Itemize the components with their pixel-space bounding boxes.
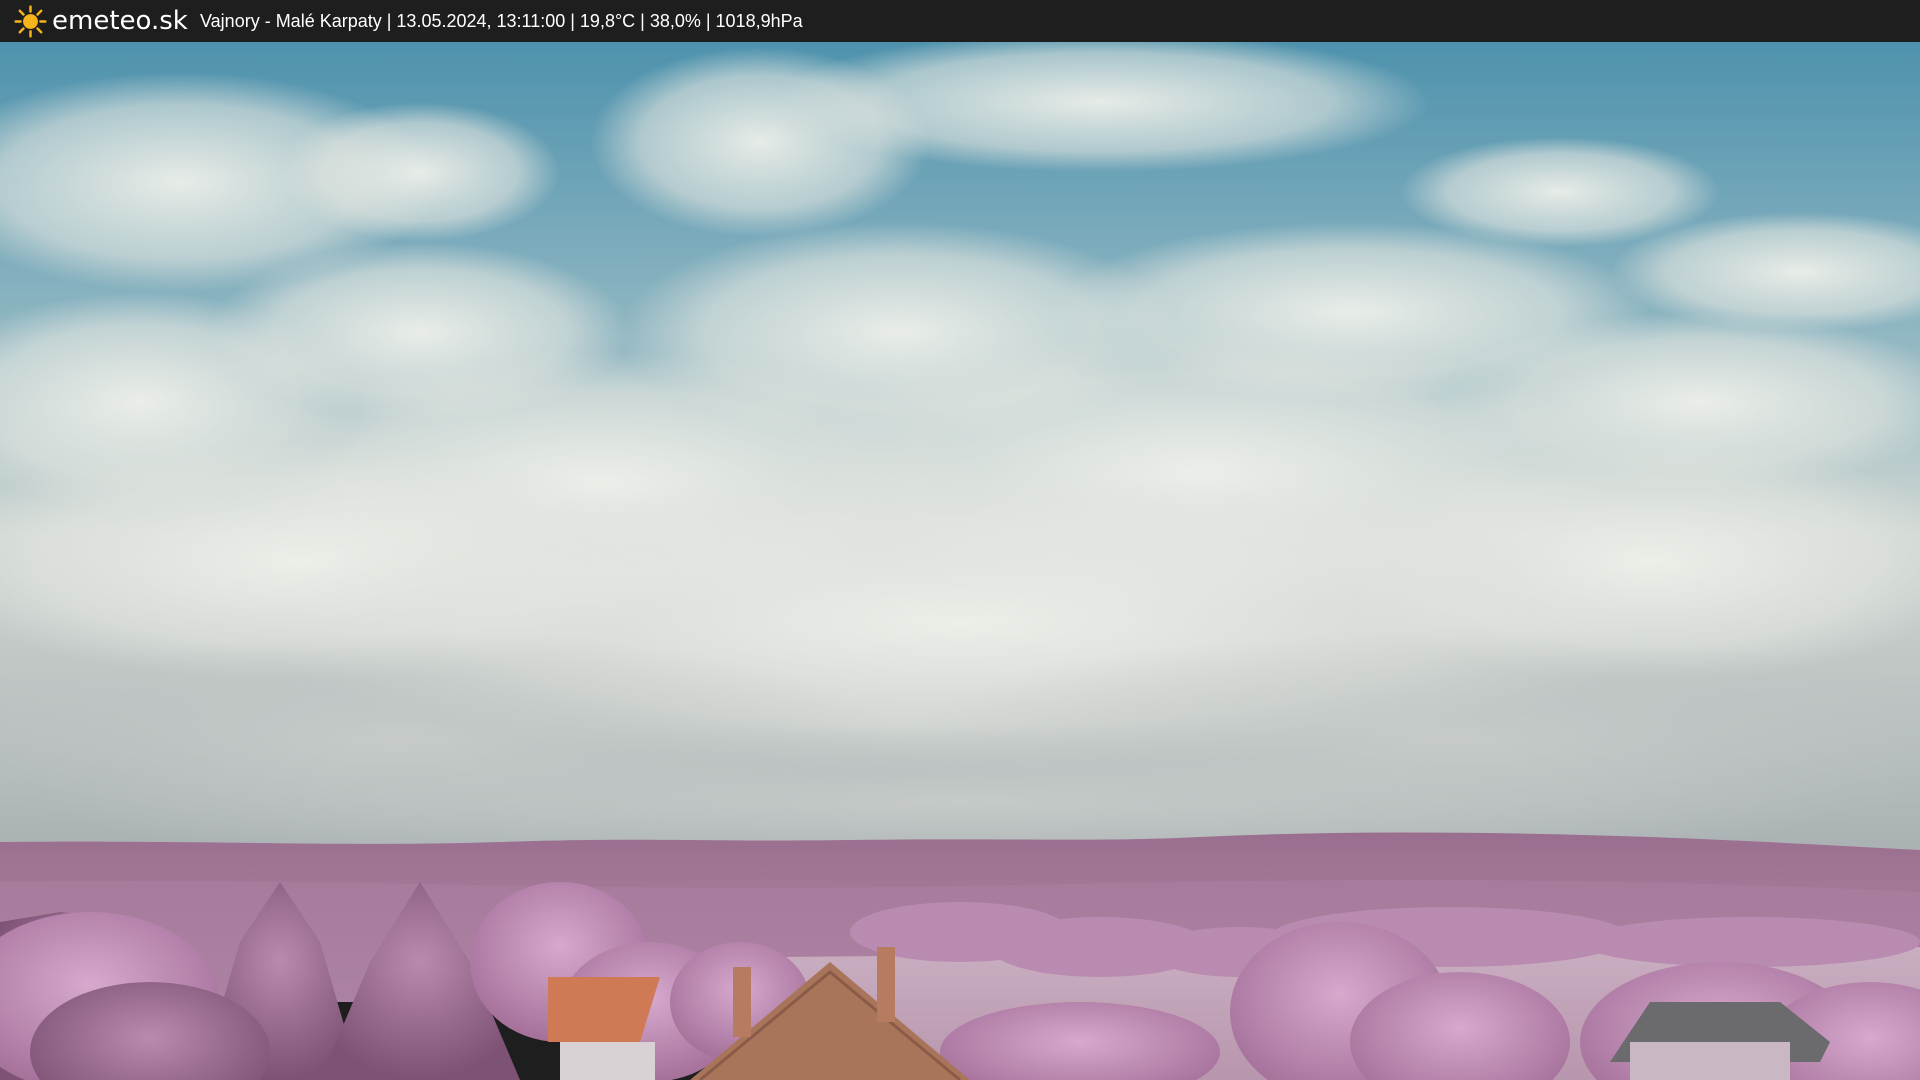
sun-icon [14,5,47,38]
top-bar: emeteo.sk Vajnory - Malé Karpaty | 13.05… [0,0,1920,42]
house-left [548,977,660,1080]
brand-name[interactable]: emeteo.sk [52,4,188,38]
webcam-caption: Vajnory - Malé Karpaty | 13.05.2024, 13:… [200,11,803,31]
webcam-image [0,42,1920,1080]
